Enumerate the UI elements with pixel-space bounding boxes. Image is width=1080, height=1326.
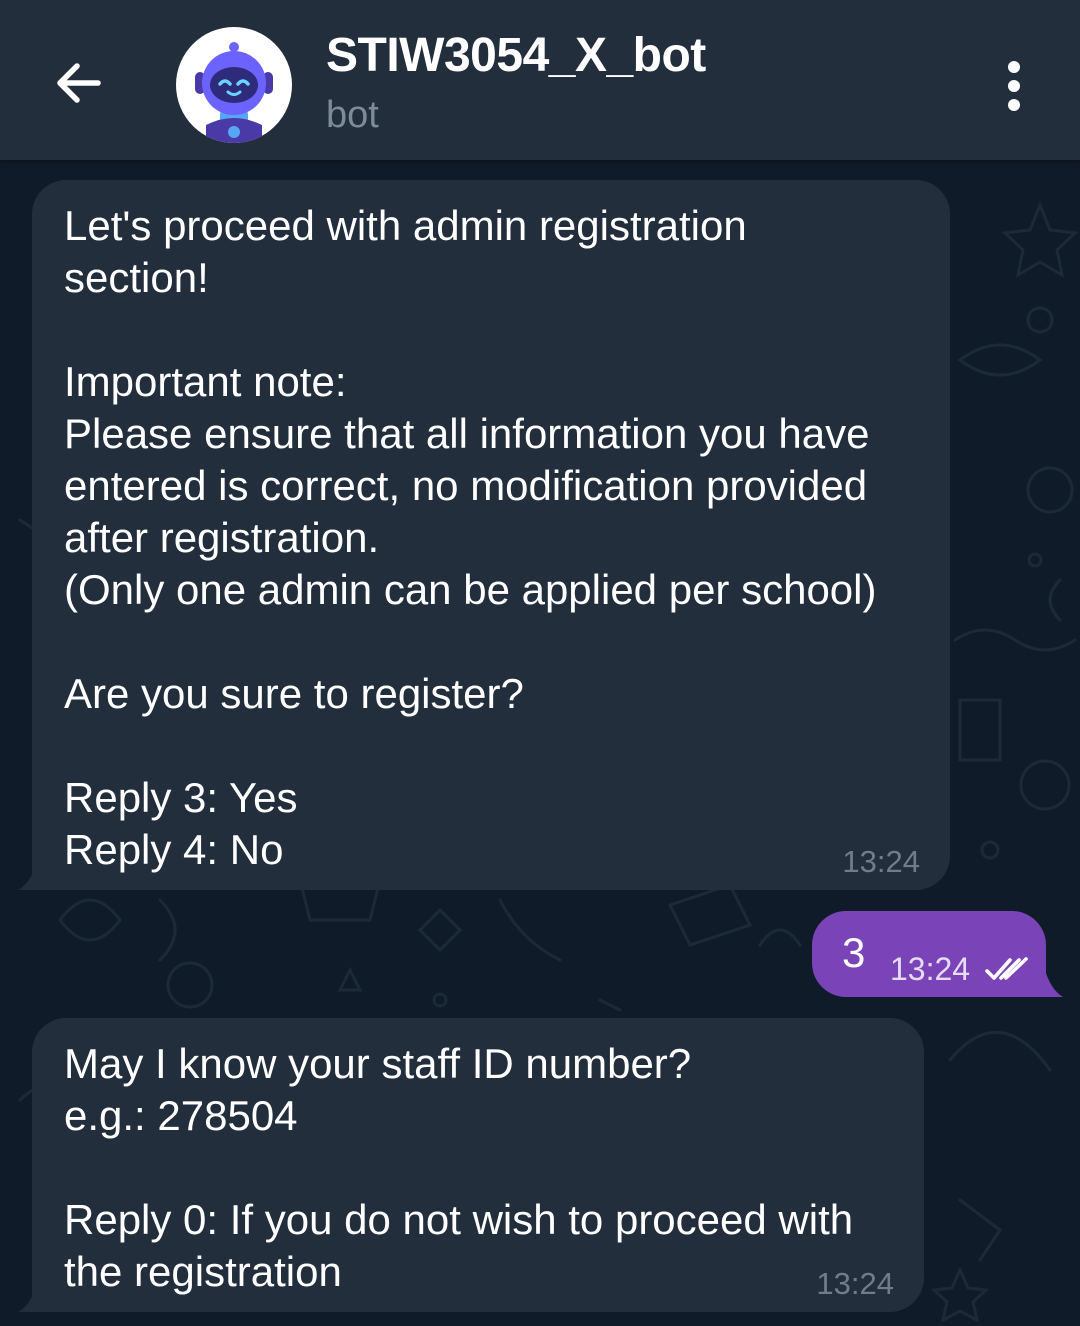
- back-button[interactable]: [40, 45, 116, 121]
- message-text: May I know your staff ID number? e.g.: 2…: [64, 1040, 854, 1295]
- outgoing-message[interactable]: 3 13:24: [812, 911, 1046, 997]
- message-text: Let's proceed with admin registration se…: [64, 202, 877, 873]
- bubble-tail: [1045, 970, 1063, 997]
- message-time: 13:24: [816, 1266, 894, 1301]
- chat-header: STIW3054_X_bot bot: [0, 0, 1080, 160]
- more-menu-button[interactable]: [992, 56, 1036, 116]
- message-text: 3: [842, 929, 866, 976]
- avatar[interactable]: [176, 27, 292, 143]
- message-time: 13:24: [890, 951, 971, 987]
- double-check-icon: [985, 957, 1028, 980]
- incoming-message[interactable]: May I know your staff ID number? e.g.: 2…: [32, 1018, 924, 1312]
- chat-subtitle: bot: [326, 94, 379, 136]
- chat-title[interactable]: STIW3054_X_bot: [326, 28, 706, 83]
- incoming-message[interactable]: Let's proceed with admin registration se…: [32, 180, 950, 890]
- arrow-left-icon: [57, 63, 101, 103]
- more-vertical-icon: [1008, 61, 1020, 111]
- message-time: 13:24: [842, 844, 920, 879]
- robot-avatar-icon: [195, 42, 273, 143]
